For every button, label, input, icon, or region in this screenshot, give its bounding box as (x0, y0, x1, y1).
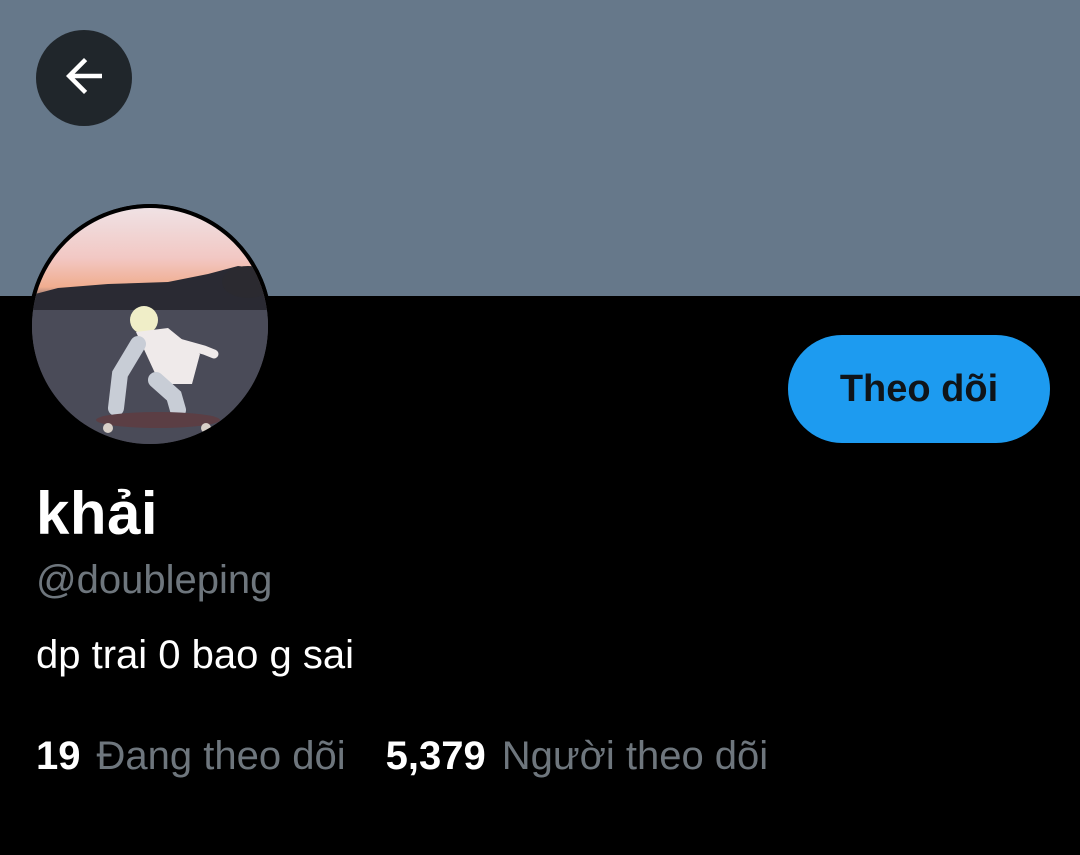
follow-button-label: Theo dõi (839, 367, 999, 410)
profile-stats: 19 Đang theo dõi 5,379 Người theo dõi (36, 732, 768, 780)
avatar[interactable] (28, 204, 272, 448)
user-handle: @doubleping (36, 558, 273, 602)
followers-count: 5,379 (385, 734, 486, 778)
following-link[interactable]: 19 Đang theo dõi (36, 732, 346, 780)
followers-label: Người theo dõi (501, 734, 769, 778)
arrow-left-icon (57, 49, 111, 108)
following-count: 19 (36, 734, 81, 778)
following-label: Đang theo dõi (96, 734, 346, 778)
follow-button[interactable]: Theo dõi (788, 335, 1050, 443)
followers-link[interactable]: 5,379 Người theo dõi (386, 732, 769, 780)
back-button[interactable] (36, 30, 132, 126)
display-name: khải (36, 480, 159, 547)
profile-bio: dp trai 0 bao g sai (36, 633, 354, 677)
profile-page: Theo dõi khải @doubleping dp trai 0 bao … (0, 0, 1080, 855)
